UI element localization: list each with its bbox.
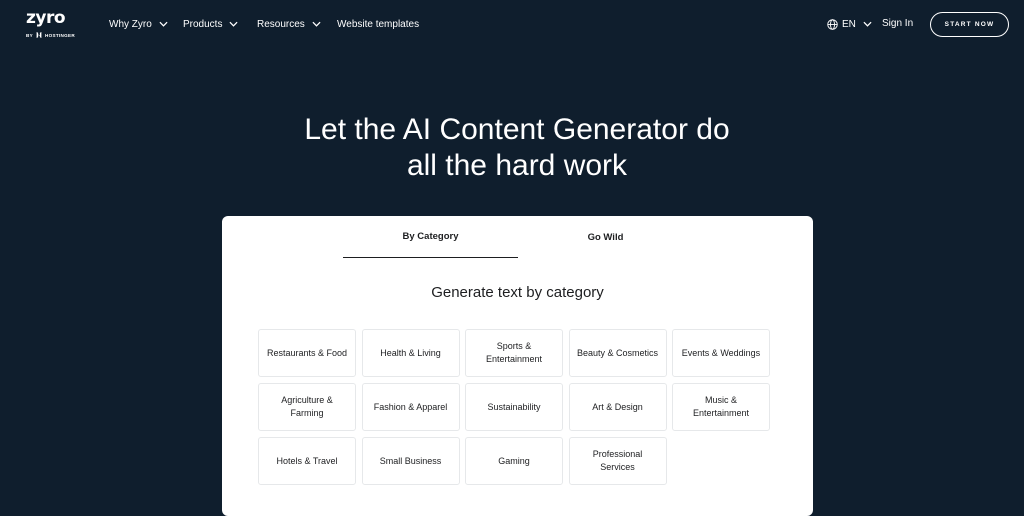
- chevron-down-icon: [229, 21, 239, 27]
- language-selector[interactable]: EN: [827, 16, 872, 32]
- category-gaming[interactable]: Gaming: [465, 437, 563, 485]
- nav-products[interactable]: Products: [183, 16, 239, 32]
- category-hotels-travel[interactable]: Hotels & Travel: [258, 437, 356, 485]
- category-fashion-apparel[interactable]: Fashion & Apparel: [361, 383, 460, 431]
- nav-products-label: Products: [183, 18, 223, 30]
- category-music-entertainment[interactable]: Music & Entertainment: [672, 383, 770, 431]
- top-navigation: zyro BY HOSTINGER Why Zyro Products Reso…: [0, 0, 1024, 48]
- nav-resources-label: Resources: [257, 18, 305, 30]
- category-small-business[interactable]: Small Business: [361, 437, 460, 485]
- logo-byline-by: BY: [26, 32, 33, 38]
- hero-title-line-2: all the hard work: [406, 149, 628, 182]
- hero-title-line-1: Let the AI Content Generator do: [304, 113, 730, 146]
- start-now-button[interactable]: START NOW: [930, 12, 1009, 37]
- content-generator-card: By Category Go Wild Generate text by cat…: [222, 216, 813, 516]
- category-professional-services[interactable]: Professional Services: [568, 437, 667, 485]
- logo-byline: BY HOSTINGER: [26, 32, 76, 38]
- category-events-weddings[interactable]: Events & Weddings: [672, 329, 770, 377]
- sign-in-link[interactable]: Sign In: [882, 16, 913, 32]
- category-sustainability[interactable]: Sustainability: [465, 383, 563, 431]
- logo-wordmark: zyro: [26, 8, 66, 28]
- zyro-logo[interactable]: zyro BY HOSTINGER: [26, 9, 76, 41]
- chevron-down-icon: [312, 21, 321, 27]
- category-health-living[interactable]: Health & Living: [361, 329, 460, 377]
- category-art-design[interactable]: Art & Design: [568, 383, 667, 431]
- chevron-down-icon: [863, 21, 872, 27]
- hostinger-icon: [36, 32, 42, 38]
- globe-icon: [827, 18, 838, 30]
- chevron-down-icon: [159, 21, 168, 27]
- category-beauty-cosmetics[interactable]: Beauty & Cosmetics: [568, 329, 667, 377]
- category-sports-entertainment[interactable]: Sports & Entertainment: [465, 329, 563, 377]
- language-label: EN: [842, 18, 856, 30]
- nav-why-zyro[interactable]: Why Zyro: [109, 16, 168, 32]
- nav-resources[interactable]: Resources: [257, 16, 321, 32]
- category-agriculture-farming[interactable]: Agriculture & Farming: [258, 383, 356, 431]
- category-grid: Restaurants & Food Health & Living Sport…: [258, 329, 771, 485]
- nav-website-templates-label: Website templates: [337, 18, 420, 30]
- tab-by-category[interactable]: By Category: [343, 216, 518, 258]
- tab-go-wild[interactable]: Go Wild: [518, 216, 693, 258]
- category-restaurants-food[interactable]: Restaurants & Food: [258, 329, 356, 377]
- category-heading: Generate text by category: [431, 284, 604, 301]
- nav-why-zyro-label: Why Zyro: [109, 18, 152, 30]
- logo-byline-brand: HOSTINGER: [44, 32, 75, 38]
- hero-title: Let the AI Content Generator do all the …: [212, 112, 822, 184]
- nav-website-templates[interactable]: Website templates: [337, 16, 419, 32]
